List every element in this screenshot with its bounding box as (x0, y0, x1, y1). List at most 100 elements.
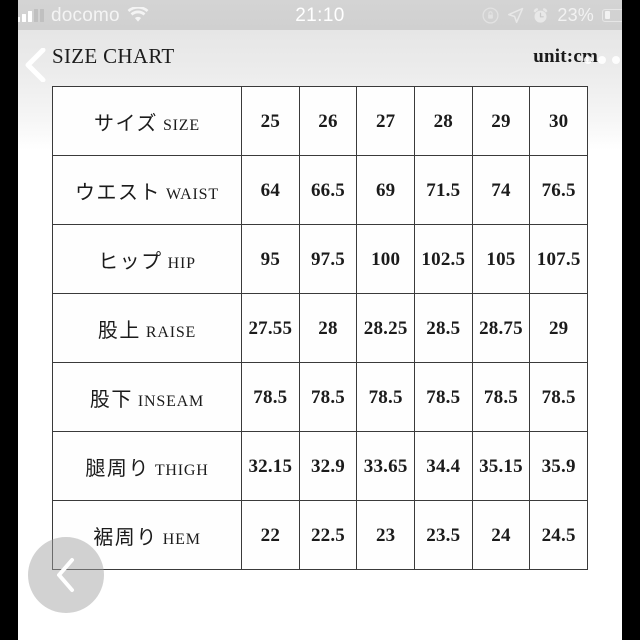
table-cell: 74 (471, 155, 531, 225)
row-label-en: INSEAM (137, 392, 205, 410)
cell-value: 24.5 (541, 524, 576, 546)
table-row-label: サイズ SIZE (52, 86, 242, 156)
cell-value: 30 (548, 110, 569, 132)
row-label-en: RAISE (145, 323, 197, 341)
table-cell: 78.5 (471, 362, 531, 432)
table-row-label: 腿周り THIGH (52, 431, 242, 501)
table-cell: 76.5 (529, 155, 588, 225)
size-chart-table-body: サイズ SIZE 25 26 27 28 29 30 ウエスト WAIST 64 6… (52, 86, 588, 570)
table-cell: 32.9 (298, 431, 358, 501)
table-cell: 69 (356, 155, 415, 225)
table-cell: 78.5 (529, 362, 588, 432)
cell-value: 95 (260, 248, 281, 270)
cell-value: 29 (548, 317, 569, 339)
cell-value: 64 (260, 179, 281, 201)
table-cell: 23.5 (413, 500, 473, 570)
cell-value: 105 (486, 248, 516, 270)
cell-value: 78.5 (253, 386, 288, 408)
table-row-label: ヒップ HIP (52, 224, 242, 294)
cell-value: 78.5 (368, 386, 403, 408)
cell-value: 74 (491, 179, 511, 201)
table-cell: 66.5 (298, 155, 358, 225)
table-cell: 34.4 (413, 431, 473, 501)
cell-value: 66.5 (310, 179, 346, 201)
row-label-jp: サイズ (94, 110, 158, 135)
cell-value: 32.15 (248, 455, 293, 477)
table-cell: 35.15 (471, 431, 531, 501)
cell-value: 28.5 (426, 317, 461, 339)
table-row: ウエスト WAIST 64 66.5 69 71.5 74 76.5 (52, 155, 588, 225)
table-cell: 24.5 (529, 500, 588, 570)
cell-value: 24 (491, 524, 511, 546)
table-cell: 27 (356, 86, 415, 156)
location-arrow-icon (508, 7, 524, 23)
table-cell: 33.65 (356, 431, 415, 501)
table-cell: 30 (529, 86, 588, 156)
row-label-en: SIZE (162, 116, 200, 134)
table-cell: 28 (298, 293, 358, 363)
row-label-jp: ウエスト (75, 179, 162, 204)
cell-value: 100 (371, 248, 401, 270)
cell-value: 78.5 (310, 386, 346, 408)
cell-value: 35.15 (479, 455, 523, 477)
table-cell: 22 (241, 500, 300, 570)
floating-back-button[interactable] (28, 537, 104, 613)
table-cell: 95 (241, 224, 300, 294)
row-label-jp: 股上 (97, 317, 141, 342)
table-row: 股下 INSEAM 78.5 78.5 78.5 78.5 78.5 78.5 (52, 362, 588, 432)
row-label-en: WAIST (166, 185, 219, 203)
phone-screen: docomo 21:10 23% SIZE CHART unit:cm サイズ … (0, 0, 640, 640)
row-label-en: THIGH (154, 461, 209, 479)
page-header: SIZE CHART unit:cm (18, 30, 622, 86)
cell-value: 26 (318, 110, 338, 132)
cell-value: 22 (260, 524, 281, 546)
table-row-label: 股上 RAISE (52, 293, 242, 363)
size-chart-table: サイズ SIZE 25 26 27 28 29 30 ウエスト WAIST 64 6… (52, 86, 588, 570)
more-options-icon[interactable] (584, 56, 620, 64)
battery-percent-label: 23% (557, 5, 594, 25)
table-row-label: 股下 INSEAM (52, 362, 242, 432)
cell-value: 97.5 (310, 248, 346, 270)
table-cell: 102.5 (413, 224, 473, 294)
table-row: 腿周り THIGH 32.15 32.9 33.65 34.4 35.15 35.… (52, 431, 588, 501)
cell-value: 33.65 (363, 455, 408, 477)
table-row: ヒップ HIP 95 97.5 100 102.5 105 107.5 (52, 224, 588, 294)
status-bar: docomo 21:10 23% (0, 0, 640, 30)
row-label-en: HEM (162, 530, 201, 548)
table-cell: 35.9 (529, 431, 588, 501)
table-row: 裾周り HEM 22 22.5 23 23.5 24 24.5 (52, 500, 588, 570)
row-label-en: HIP (167, 254, 196, 272)
table-cell: 107.5 (529, 224, 588, 294)
table-cell: 28.75 (471, 293, 531, 363)
cell-value: 29 (491, 110, 511, 132)
table-cell: 100 (356, 224, 415, 294)
cell-value: 32.9 (310, 455, 346, 477)
cell-value: 107.5 (536, 248, 581, 270)
table-cell: 28 (413, 86, 473, 156)
table-cell: 24 (471, 500, 531, 570)
cell-value: 23 (375, 524, 396, 546)
table-cell: 78.5 (356, 362, 415, 432)
cell-value: 69 (375, 179, 396, 201)
table-cell: 71.5 (413, 155, 473, 225)
table-cell: 78.5 (241, 362, 300, 432)
right-letterbox-bar (622, 0, 640, 640)
table-cell: 97.5 (298, 224, 358, 294)
table-cell: 28.25 (356, 293, 415, 363)
table-cell: 23 (356, 500, 415, 570)
table-cell: 25 (241, 86, 300, 156)
status-bar-right: 23% (482, 5, 631, 25)
cell-value: 71.5 (426, 179, 461, 201)
cell-value: 78.5 (541, 386, 576, 408)
table-cell: 28.5 (413, 293, 473, 363)
table-cell: 27.55 (241, 293, 300, 363)
table-cell: 78.5 (298, 362, 358, 432)
size-chart-page: SIZE CHART unit:cm サイズ SIZE 25 26 27 28 2… (18, 30, 622, 640)
table-cell: 64 (241, 155, 300, 225)
table-cell: 26 (298, 86, 358, 156)
cell-value: 28 (318, 317, 338, 339)
cell-value: 78.5 (483, 386, 518, 408)
alarm-clock-icon (533, 7, 548, 23)
table-cell: 105 (471, 224, 531, 294)
cell-value: 35.9 (541, 455, 576, 477)
